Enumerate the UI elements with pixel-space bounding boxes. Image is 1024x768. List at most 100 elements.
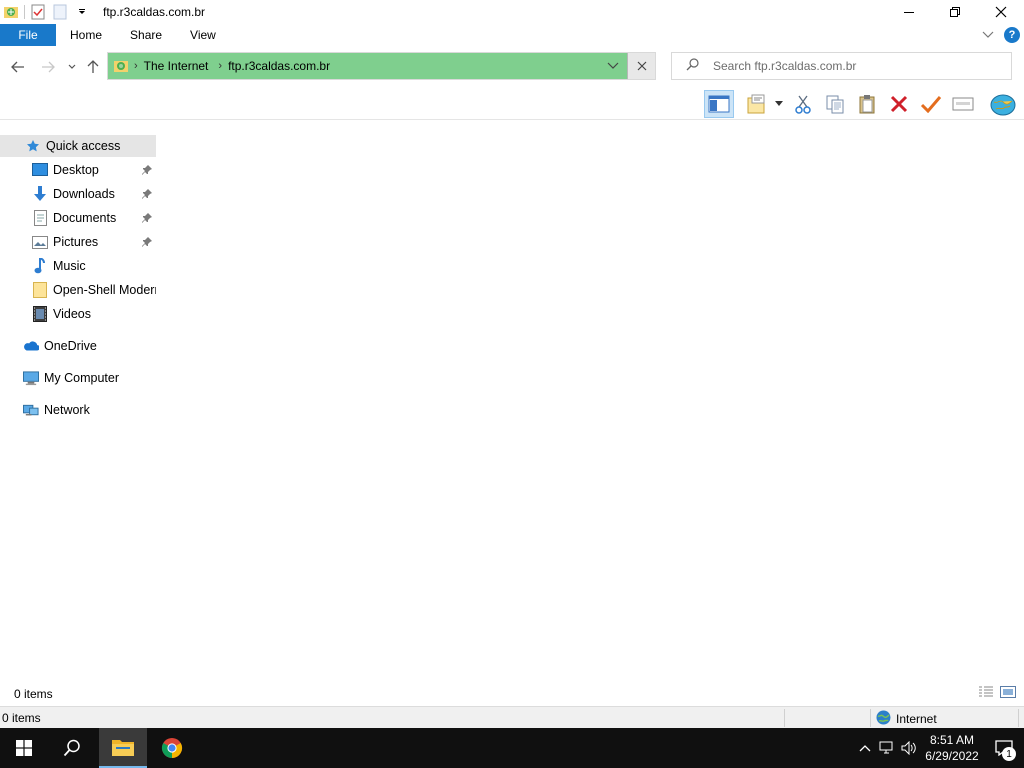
close-button[interactable] bbox=[978, 0, 1024, 24]
navigation-pane-icon[interactable] bbox=[704, 90, 734, 118]
expand-ribbon-chevron-icon[interactable] bbox=[982, 28, 994, 42]
sidebar-item-label: Desktop bbox=[53, 163, 99, 177]
internet-globe-icon bbox=[876, 710, 891, 728]
status-separator bbox=[784, 709, 785, 727]
sidebar-item-label: My Computer bbox=[44, 371, 120, 385]
clock-date: 6/29/2022 bbox=[925, 749, 979, 763]
start-button[interactable] bbox=[0, 728, 48, 768]
search-taskbar-button[interactable] bbox=[48, 728, 96, 768]
breadcrumb-ftp-site[interactable]: ftp.r3caldas.com.br bbox=[228, 59, 330, 73]
address-dropdown-chevron-icon[interactable] bbox=[607, 59, 619, 73]
sidebar-item-label: Network bbox=[44, 403, 90, 417]
item-count-bottom: 0 items bbox=[2, 710, 41, 725]
system-clock[interactable]: 8:51 AM 6/29/2022 bbox=[920, 732, 984, 764]
sidebar-item-onedrive[interactable]: OneDrive bbox=[0, 335, 156, 357]
up-button[interactable] bbox=[83, 56, 103, 78]
rename-icon[interactable] bbox=[948, 90, 978, 118]
search-icon bbox=[686, 58, 699, 74]
sidebar-item-pictures[interactable]: Pictures bbox=[0, 231, 156, 253]
cut-icon[interactable] bbox=[788, 90, 818, 118]
item-count: 0 items bbox=[14, 687, 53, 701]
pin-icon bbox=[142, 212, 152, 226]
sidebar-item-videos[interactable]: Videos bbox=[0, 303, 156, 325]
clock-time: 8:51 AM bbox=[929, 733, 975, 747]
quick-access-label: Quick access bbox=[46, 139, 121, 153]
sidebar-item-desktop[interactable]: Desktop bbox=[0, 159, 156, 181]
command-toolbar bbox=[0, 88, 1024, 120]
navigation-row: › The Internet › ftp.r3caldas.com.br Sea… bbox=[0, 50, 1024, 84]
copy-icon[interactable] bbox=[820, 90, 850, 118]
sidebar-item-open-shell-modern[interactable]: Open-Shell Modern bbox=[0, 279, 156, 301]
delete-icon[interactable] bbox=[884, 90, 914, 118]
restore-button[interactable] bbox=[932, 0, 978, 24]
quick-access-star-icon bbox=[25, 138, 41, 154]
address-bar[interactable]: › The Internet › ftp.r3caldas.com.br bbox=[107, 52, 656, 80]
sidebar-item-downloads[interactable]: Downloads bbox=[0, 183, 156, 205]
view-toggles bbox=[978, 686, 1016, 701]
large-icons-view-icon[interactable] bbox=[1000, 686, 1016, 701]
breadcrumb-chevron-icon[interactable]: › bbox=[218, 60, 222, 72]
recent-locations-chevron-icon[interactable] bbox=[62, 56, 82, 78]
properties-icon[interactable] bbox=[742, 90, 772, 118]
minimize-button[interactable] bbox=[886, 0, 932, 24]
nav-quick-access[interactable]: Quick access bbox=[0, 135, 156, 157]
forward-button[interactable] bbox=[38, 56, 58, 78]
pictures-icon bbox=[32, 234, 48, 250]
sidebar-item-label: Documents bbox=[53, 211, 117, 225]
chrome-taskbar-button[interactable] bbox=[148, 728, 196, 768]
sidebar-item-label: Music bbox=[53, 259, 86, 273]
tab-home[interactable]: Home bbox=[56, 24, 116, 46]
legacy-status-bar: 0 items Internet bbox=[0, 706, 1024, 728]
globe-icon[interactable] bbox=[988, 90, 1018, 118]
sidebar-item-documents[interactable]: Documents bbox=[0, 207, 156, 229]
ribbon-right-controls: ? bbox=[982, 24, 1020, 46]
security-zone: Internet bbox=[876, 710, 937, 728]
notification-badge: 1 bbox=[1002, 747, 1016, 761]
properties-qat-icon[interactable] bbox=[29, 3, 47, 21]
chrome-icon bbox=[161, 738, 183, 759]
tab-view[interactable]: View bbox=[176, 24, 230, 46]
sidebar-item-my-computer[interactable]: My Computer bbox=[0, 367, 156, 389]
customize-qat-chevron-icon[interactable] bbox=[73, 3, 91, 21]
windows-logo-icon bbox=[16, 740, 32, 756]
onedrive-cloud-icon bbox=[23, 338, 39, 354]
sidebar-item-label: OneDrive bbox=[44, 339, 97, 353]
file-explorer-taskbar-button[interactable] bbox=[99, 728, 147, 768]
show-hidden-icons-chevron-icon[interactable] bbox=[854, 728, 876, 768]
music-icon bbox=[32, 258, 48, 274]
sidebar-item-label: Videos bbox=[53, 307, 91, 321]
stop-loading-close-icon[interactable] bbox=[627, 53, 655, 79]
properties-dropdown-chevron-icon[interactable] bbox=[770, 90, 788, 118]
breadcrumb-chevron-icon[interactable]: › bbox=[134, 60, 138, 72]
file-list-area[interactable] bbox=[157, 120, 1024, 682]
action-center-button[interactable]: 1 bbox=[984, 728, 1024, 768]
videos-icon bbox=[32, 306, 48, 322]
search-icon bbox=[63, 739, 80, 757]
paste-icon[interactable] bbox=[852, 90, 882, 118]
tab-share[interactable]: Share bbox=[116, 24, 176, 46]
back-button[interactable] bbox=[8, 56, 28, 78]
quick-access-toolbar bbox=[0, 0, 95, 24]
sidebar-item-label: Open-Shell Modern bbox=[53, 283, 156, 297]
search-box[interactable]: Search ftp.r3caldas.com.br bbox=[671, 52, 1012, 80]
network-tray-icon[interactable] bbox=[876, 728, 898, 768]
help-button[interactable]: ? bbox=[1004, 27, 1020, 43]
sidebar-item-network[interactable]: Network bbox=[0, 399, 156, 421]
app-icon[interactable] bbox=[2, 3, 20, 21]
search-placeholder: Search ftp.r3caldas.com.br bbox=[713, 59, 857, 73]
sidebar-item-music[interactable]: Music bbox=[0, 255, 156, 277]
pin-icon bbox=[142, 236, 152, 250]
zone-label: Internet bbox=[896, 712, 937, 726]
sidebar-item-label: Pictures bbox=[53, 235, 99, 249]
details-view-icon[interactable] bbox=[978, 686, 994, 701]
new-folder-qat-icon[interactable] bbox=[51, 3, 69, 21]
network-icon bbox=[23, 402, 39, 418]
pin-icon bbox=[142, 164, 152, 178]
window-controls bbox=[886, 0, 1024, 24]
breadcrumb-the-internet[interactable]: The Internet bbox=[144, 59, 209, 73]
volume-icon[interactable] bbox=[898, 728, 920, 768]
qat-separator bbox=[24, 5, 25, 19]
status-separator bbox=[870, 709, 871, 727]
tab-file[interactable]: File bbox=[0, 24, 56, 46]
checkmark-icon[interactable] bbox=[916, 90, 946, 118]
